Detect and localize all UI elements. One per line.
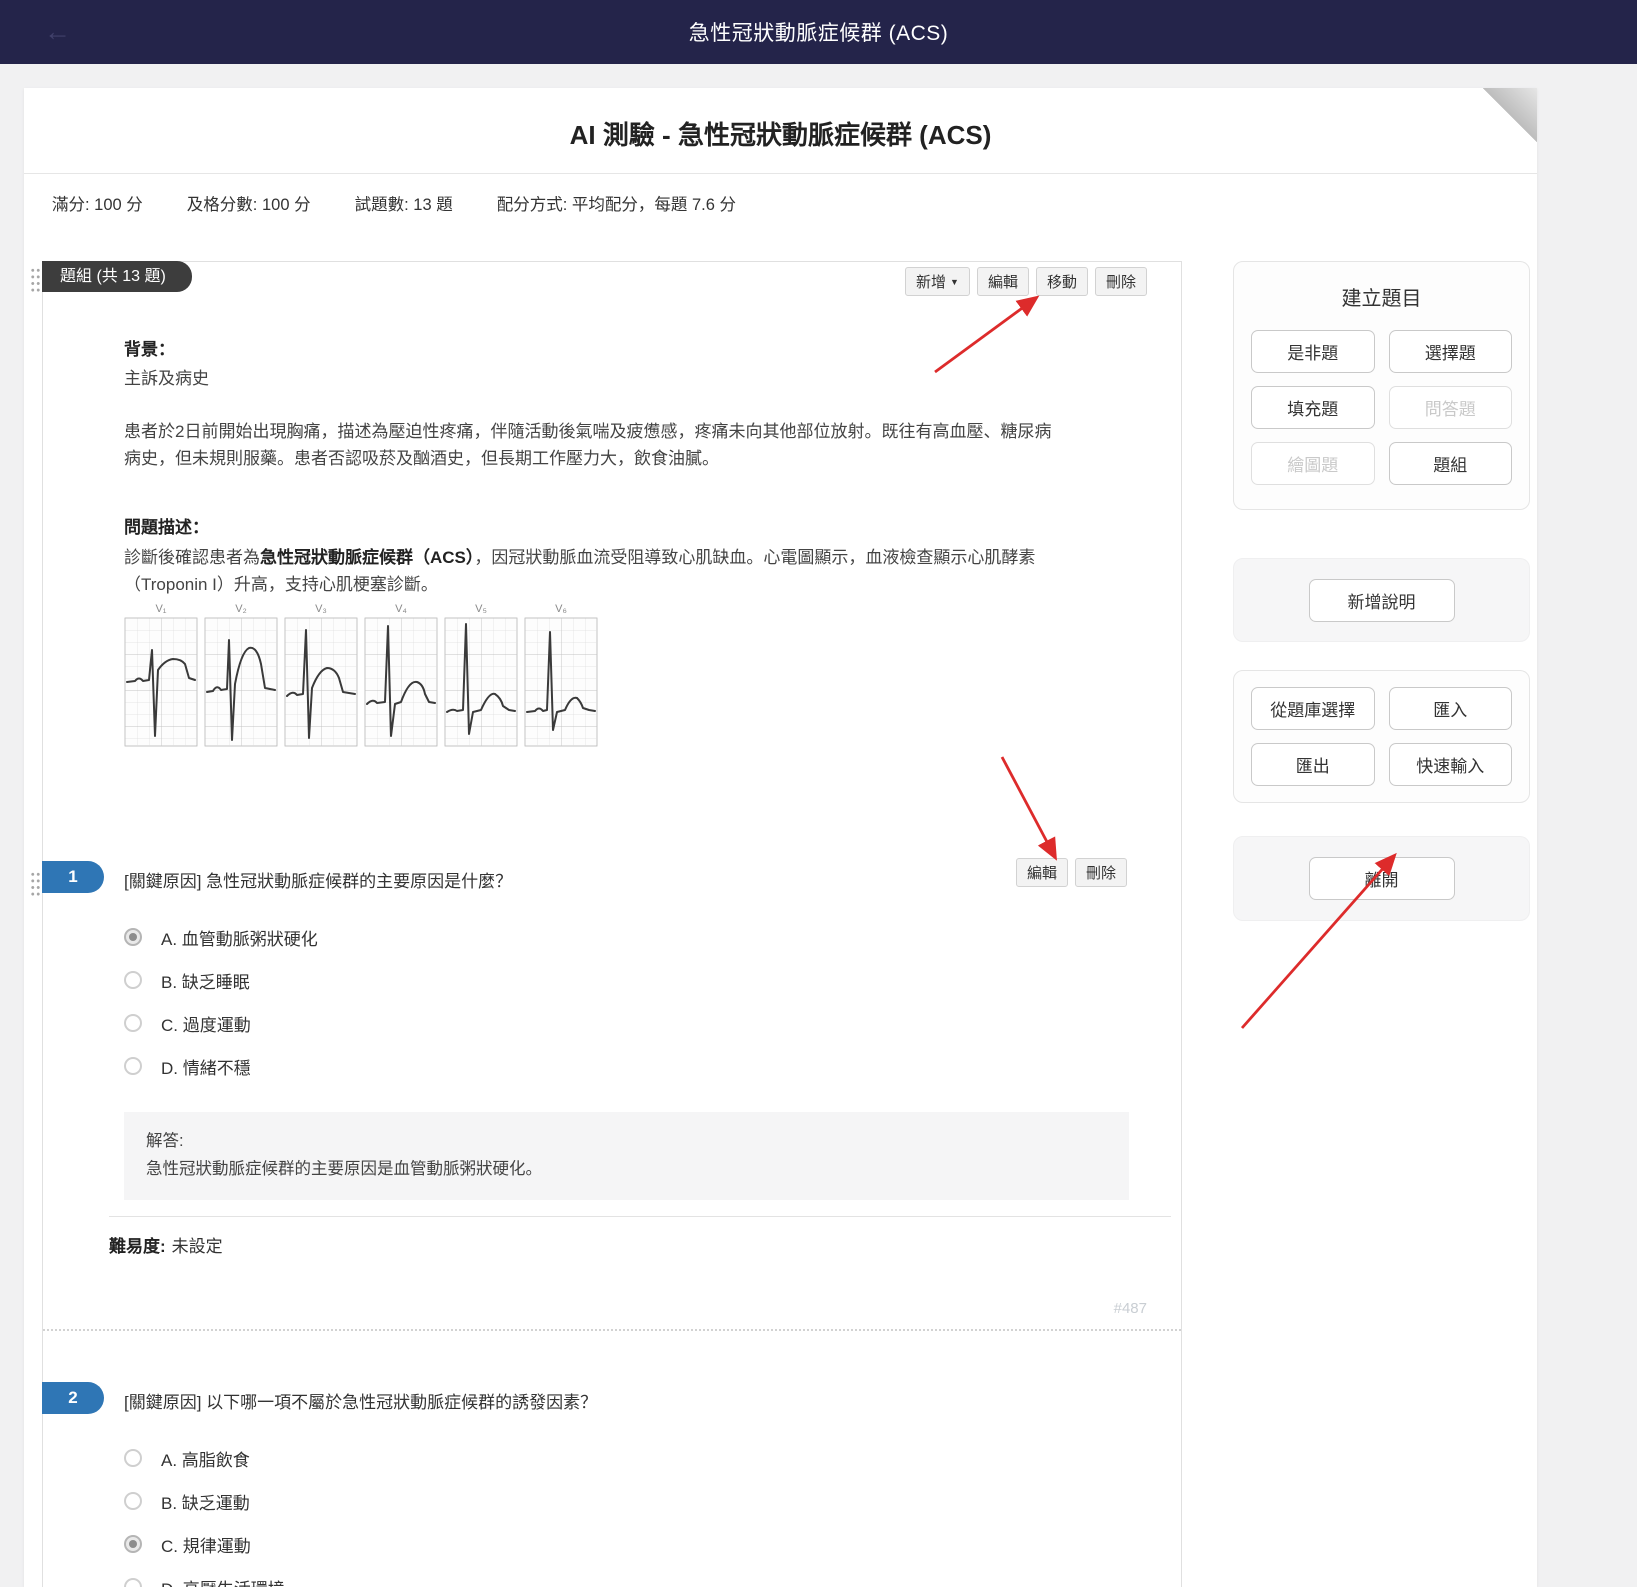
- option-label: C. 規律運動: [161, 1532, 251, 1557]
- question-toolbar: 編輯 刪除: [1016, 858, 1127, 887]
- ecg-image: V₁ V₂ V₃ V₄ V₅ V₆: [124, 600, 598, 748]
- question-edit-button[interactable]: 編輯: [1016, 858, 1068, 887]
- meta-pass-score: 及格分數: 100 分: [187, 191, 311, 215]
- option-label: A. 高脂飲食: [161, 1446, 250, 1471]
- question-group-card: 題組 (共 13 題) 新增 ▼ 編輯 移動 刪除 背景： 主訴及病史 患者於2…: [42, 261, 1182, 1587]
- option-label: C. 過度運動: [161, 1011, 251, 1036]
- sidebar: 建立題目 是非題 選擇題 填充題 問答題 繪圖題 題組 新增說明 從題庫選擇 匯…: [1233, 261, 1530, 921]
- option-row: B. 缺乏睡眠: [124, 967, 1181, 993]
- group-move-button[interactable]: 移動: [1036, 267, 1088, 296]
- background-subtitle: 主訴及病史: [124, 365, 1131, 392]
- ecg-lead-label: V₄: [395, 603, 407, 615]
- option-row: C. 規律運動: [124, 1531, 1181, 1557]
- create-fillblank-button[interactable]: 填充題: [1251, 386, 1375, 429]
- radio-icon[interactable]: [124, 1449, 142, 1467]
- option-row: A. 血管動脈粥狀硬化: [124, 924, 1181, 950]
- quick-input-button[interactable]: 快速輸入: [1389, 743, 1513, 786]
- group-edit-button[interactable]: 編輯: [977, 267, 1029, 296]
- exam-title: AI 測驗 - 急性冠狀動脈症候群 (ACS): [24, 88, 1537, 152]
- radio-selected-icon[interactable]: [124, 1535, 142, 1553]
- group-add-label: 新增: [916, 271, 946, 292]
- import-button[interactable]: 匯入: [1389, 687, 1513, 730]
- app-header: ← 急性冠狀動脈症候群 (ACS): [0, 0, 1637, 64]
- options-list: A. 血管動脈粥狀硬化 B. 缺乏睡眠 C. 過度運動 D. 情緒不穩: [124, 924, 1181, 1079]
- question-text: [關鍵原因] 以下哪一項不屬於急性冠狀動脈症候群的誘發因素？: [124, 1387, 984, 1415]
- difficulty-label: 難易度:: [109, 1237, 166, 1256]
- answer-label: 解答:: [146, 1127, 1107, 1155]
- question-text: [關鍵原因] 急性冠狀動脈症候群的主要原因是什麼？: [124, 866, 984, 894]
- header-title: 急性冠狀動脈症候群 (ACS): [689, 17, 949, 47]
- ecg-lead-label: V₃: [315, 603, 327, 615]
- exam-meta-row: 滿分: 100 分 及格分數: 100 分 試題數: 13 題 配分方式: 平均…: [24, 174, 1537, 215]
- option-row: D. 情緒不穩: [124, 1053, 1181, 1079]
- chevron-down-icon: ▼: [950, 277, 959, 287]
- exam-card: AI 測驗 - 急性冠狀動脈症候群 (ACS) 滿分: 100 分 及格分數: …: [24, 88, 1537, 1587]
- group-badge: 題組 (共 13 題): [42, 261, 192, 292]
- back-arrow-icon[interactable]: ←: [44, 19, 71, 46]
- export-button[interactable]: 匯出: [1251, 743, 1375, 786]
- radio-icon[interactable]: [124, 1492, 142, 1510]
- option-row: C. 過度運動: [124, 1010, 1181, 1036]
- tools-panel: 從題庫選擇 匯入 匯出 快速輸入: [1233, 670, 1530, 803]
- create-question-panel: 建立題目 是非題 選擇題 填充題 問答題 繪圖題 題組: [1233, 261, 1530, 510]
- answer-text: 急性冠狀動脈症候群的主要原因是血管動脈粥狀硬化。: [146, 1155, 1107, 1183]
- meta-scoring-method: 配分方式: 平均配分，每題 7.6 分: [497, 191, 736, 215]
- ecg-lead-label: V₁: [155, 603, 166, 615]
- question-id-tag: #487: [43, 1300, 1147, 1317]
- option-row: A. 高脂飲食: [124, 1445, 1181, 1471]
- group-add-button[interactable]: 新增 ▼: [905, 267, 970, 296]
- description-text: 診斷後確認患者為急性冠狀動脈症候群（ACS），因冠狀動脈血流受阻導致心肌缺血。心…: [124, 544, 1064, 598]
- leave-button[interactable]: 離開: [1309, 857, 1455, 900]
- create-shortanswer-button: 問答題: [1389, 386, 1513, 429]
- meta-full-score: 滿分: 100 分: [52, 191, 143, 215]
- answer-box: 解答: 急性冠狀動脈症候群的主要原因是血管動脈粥狀硬化。: [124, 1112, 1129, 1200]
- description-label: 問題描述：: [124, 516, 1131, 539]
- pick-from-bank-button[interactable]: 從題庫選擇: [1251, 687, 1375, 730]
- ecg-lead-label: V₅: [475, 603, 487, 615]
- difficulty-row: 難易度: 未設定: [109, 1234, 1181, 1260]
- group-drag-handle-icon[interactable]: [30, 267, 41, 293]
- question-drag-handle-icon[interactable]: [30, 871, 41, 897]
- difficulty-value: 未設定: [172, 1237, 223, 1256]
- meta-question-count: 試題數: 13 題: [355, 191, 453, 215]
- add-note-button[interactable]: 新增說明: [1309, 579, 1455, 622]
- question-delete-button[interactable]: 刪除: [1075, 858, 1127, 887]
- background-text: 患者於2日前開始出現胸痛，描述為壓迫性疼痛，伴隨活動後氣喘及疲憊感，疼痛未向其他…: [124, 418, 1064, 472]
- radio-icon[interactable]: [124, 1578, 142, 1587]
- radio-icon[interactable]: [124, 1014, 142, 1032]
- question-divider: [109, 1216, 1171, 1217]
- background-label: 背景：: [124, 338, 1131, 361]
- question-1: 1 編輯 刪除 [關鍵原因] 急性冠狀動脈症候群的主要原因是什麼？ A. 血管動…: [43, 866, 1181, 1317]
- question-2: 2 [關鍵原因] 以下哪一項不屬於急性冠狀動脈症候群的誘發因素？ A. 高脂飲食…: [43, 1387, 1181, 1587]
- option-label: D. 情緒不穩: [161, 1054, 251, 1079]
- create-drawing-button: 繪圖題: [1251, 442, 1375, 485]
- options-list: A. 高脂飲食 B. 缺乏運動 C. 規律運動 D. 高壓生活環境: [124, 1445, 1181, 1587]
- ecg-lead-label: V₂: [235, 603, 247, 615]
- radio-icon[interactable]: [124, 1057, 142, 1075]
- option-label: B. 缺乏睡眠: [161, 968, 250, 993]
- create-question-title: 建立題目: [1251, 282, 1512, 311]
- description-prefix: 診斷後確認患者為: [124, 548, 260, 567]
- radio-icon[interactable]: [124, 971, 142, 989]
- option-label: A. 血管動脈粥狀硬化: [161, 925, 318, 950]
- add-note-panel: 新增說明: [1233, 558, 1530, 642]
- group-toolbar: 新增 ▼ 編輯 移動 刪除: [905, 267, 1147, 296]
- leave-panel: 離開: [1233, 836, 1530, 921]
- option-label: D. 高壓生活環境: [161, 1575, 285, 1587]
- question-number-badge: 1: [42, 861, 104, 893]
- question-separator: [43, 1329, 1181, 1331]
- question-number-badge: 2: [42, 1382, 104, 1414]
- option-row: D. 高壓生活環境: [124, 1574, 1181, 1587]
- create-multiplechoice-button[interactable]: 選擇題: [1389, 330, 1513, 373]
- create-truefalse-button[interactable]: 是非題: [1251, 330, 1375, 373]
- group-delete-button[interactable]: 刪除: [1095, 267, 1147, 296]
- radio-selected-icon[interactable]: [124, 928, 142, 946]
- page-curl: [1483, 88, 1537, 142]
- description-bold: 急性冠狀動脈症候群（ACS）: [260, 548, 474, 567]
- option-label: B. 缺乏運動: [161, 1489, 250, 1514]
- option-row: B. 缺乏運動: [124, 1488, 1181, 1514]
- ecg-lead-label: V₆: [555, 603, 567, 615]
- create-group-button[interactable]: 題組: [1389, 442, 1513, 485]
